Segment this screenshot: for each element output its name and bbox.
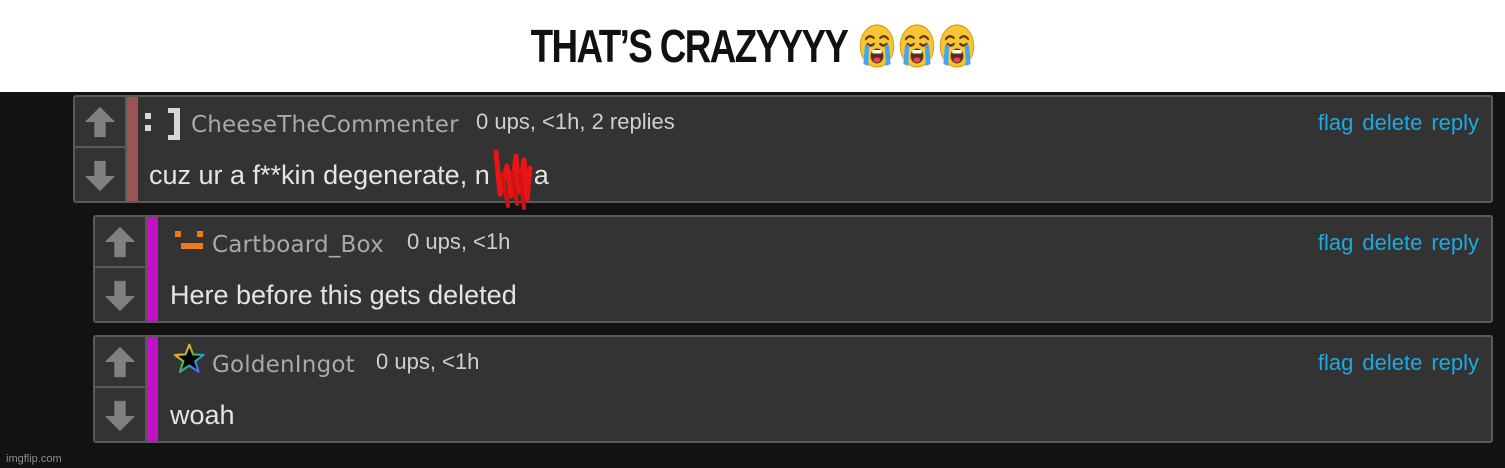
comment-meta: 0 ups, <1h xyxy=(407,229,511,254)
rainbow-star-icon xyxy=(173,343,205,373)
comment-body: woah xyxy=(170,400,235,430)
bracket-face-icon xyxy=(145,108,180,140)
comment-actions: flag delete reply xyxy=(1318,350,1479,376)
thread-color-bar xyxy=(127,97,138,201)
vote-column xyxy=(75,97,127,201)
flag-link[interactable]: flag xyxy=(1318,350,1353,376)
reply-link[interactable]: reply xyxy=(1431,350,1479,376)
reply-link[interactable]: reply xyxy=(1431,230,1479,256)
comment-root: CheeseTheCommenter 0 ups, <1h, 2 replies… xyxy=(73,95,1493,210)
loudly-crying-face-icon xyxy=(898,23,935,69)
comment-reply: GoldenIngot 0 ups, <1h flag delete reply… xyxy=(93,335,1493,443)
emoji-group xyxy=(858,23,975,69)
loudly-crying-face-icon xyxy=(938,23,975,69)
upvote-button[interactable] xyxy=(75,97,125,148)
comment-body-end: a xyxy=(533,160,549,190)
redaction-scribble xyxy=(490,149,534,210)
downvote-button[interactable] xyxy=(95,270,145,321)
down-arrow-icon xyxy=(83,159,117,193)
comment-body: Here before this gets deleted xyxy=(170,280,517,310)
comment-meta: 0 ups, <1h xyxy=(376,349,480,374)
vote-column xyxy=(95,337,147,441)
username[interactable]: Cartboard_Box xyxy=(212,232,384,258)
up-arrow-icon xyxy=(103,225,137,259)
delete-link[interactable]: delete xyxy=(1362,230,1422,256)
comment-meta: 0 ups, <1h, 2 replies xyxy=(476,109,675,134)
delete-link[interactable]: delete xyxy=(1362,350,1422,376)
thread-color-bar xyxy=(147,337,158,441)
flag-link[interactable]: flag xyxy=(1318,230,1353,256)
username[interactable]: GoldenIngot xyxy=(212,352,355,378)
upvote-button[interactable] xyxy=(95,217,145,268)
username[interactable]: CheeseTheCommenter xyxy=(191,112,459,138)
up-arrow-icon xyxy=(83,105,117,139)
caption-text: THAT’S CRAZYYYY xyxy=(530,20,848,72)
downvote-button[interactable] xyxy=(75,150,125,201)
up-arrow-icon xyxy=(103,345,137,379)
red-scribble-icon xyxy=(493,149,533,210)
down-arrow-icon xyxy=(103,279,137,313)
comment-body-start: cuz ur a f**kin degenerate, n xyxy=(149,160,490,190)
loudly-crying-face-icon xyxy=(858,23,895,69)
upvote-button[interactable] xyxy=(95,337,145,388)
downvote-button[interactable] xyxy=(95,390,145,441)
comment-body: cuz ur a f**kin degenerate, n a xyxy=(149,149,549,210)
vote-column xyxy=(95,217,147,321)
caption-band: THAT’S CRAZYYYY xyxy=(0,0,1505,92)
imgflip-watermark: imgflip.com xyxy=(6,453,62,465)
comment-actions: flag delete reply xyxy=(1318,110,1479,136)
flag-link[interactable]: flag xyxy=(1318,110,1353,136)
caption: THAT’S CRAZYYYY xyxy=(530,19,975,73)
reply-link[interactable]: reply xyxy=(1431,110,1479,136)
down-arrow-icon xyxy=(103,399,137,433)
thread-color-bar xyxy=(147,217,158,321)
comment-actions: flag delete reply xyxy=(1318,230,1479,256)
comment-reply: Cartboard_Box 0 ups, <1h flag delete rep… xyxy=(93,215,1493,323)
orange-box-face-icon xyxy=(175,231,203,249)
delete-link[interactable]: delete xyxy=(1362,110,1422,136)
